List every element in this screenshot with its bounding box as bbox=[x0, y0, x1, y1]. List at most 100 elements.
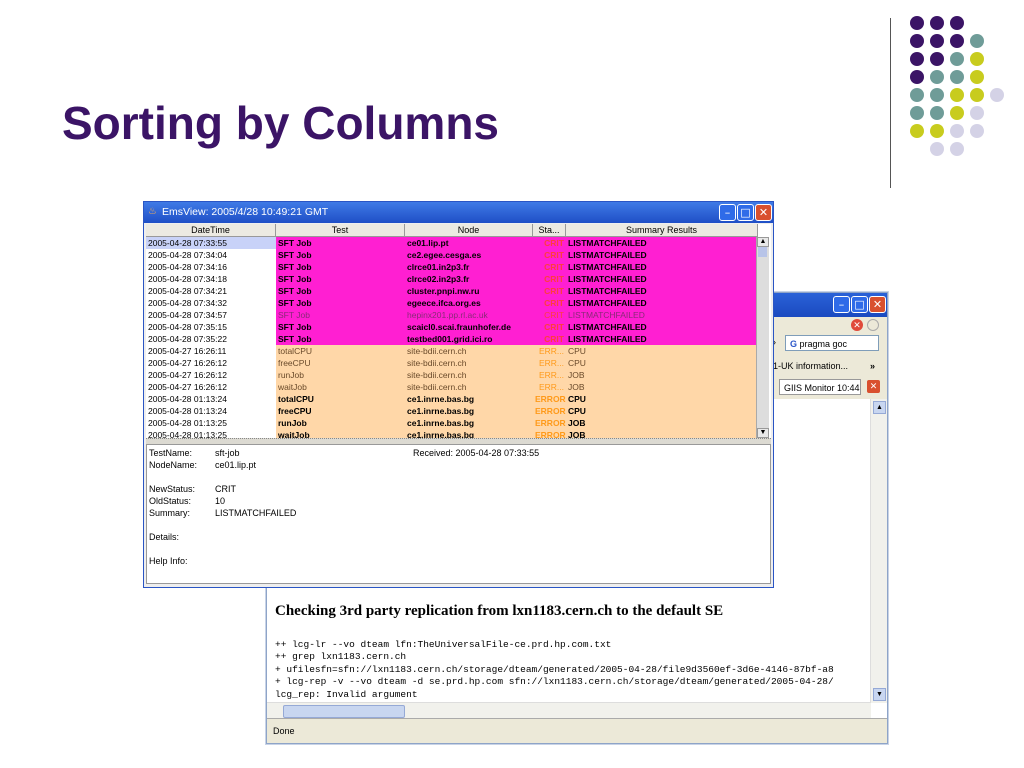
table-row[interactable]: 2005-04-28 07:34:21 SFT Job cluster.pnpi.n… bbox=[146, 285, 758, 297]
cell-summary: JOB bbox=[566, 381, 758, 393]
cell-datetime: 2005-04-28 07:34:18 bbox=[146, 273, 276, 285]
cell-test: freeCPU bbox=[276, 357, 405, 369]
table-row[interactable]: 2005-04-27 16:26:12 runJob site-bdii.cern.… bbox=[146, 369, 758, 381]
cell-test: SFT Job bbox=[276, 273, 405, 285]
links-more-button[interactable]: » bbox=[870, 361, 875, 371]
table-row[interactable]: 2005-04-28 07:34:57 SFT Job hepinx201.pp.r… bbox=[146, 309, 758, 321]
maximize-icon[interactable]: □ bbox=[851, 296, 868, 313]
cell-node: ce1.inrne.bas.bg bbox=[405, 429, 533, 438]
links-bar[interactable]: 1-UK information... » bbox=[773, 361, 875, 371]
cell-node: site-bdii.cern.ch bbox=[405, 345, 533, 357]
link-item[interactable]: 1-UK information... bbox=[773, 361, 848, 371]
table-row[interactable]: 2005-04-28 07:34:18 SFT Job clrce02.in2p3.… bbox=[146, 273, 758, 285]
events-table[interactable]: DateTime Test Node Sta... Summary Results 20… bbox=[146, 224, 771, 438]
close-icon[interactable]: ✕ bbox=[869, 296, 886, 313]
decor-dot bbox=[910, 88, 924, 102]
cell-summary: LISTMATCHFAILED bbox=[566, 285, 758, 297]
cell-node: testbed001.grid.ici.ro bbox=[405, 333, 533, 345]
search-input[interactable]: G pragma goc bbox=[785, 335, 879, 351]
column-header-test[interactable]: Test bbox=[276, 224, 405, 236]
column-header-node[interactable]: Node bbox=[405, 224, 533, 236]
table-row[interactable]: 2005-04-28 07:35:22 SFT Job testbed001.gri… bbox=[146, 333, 758, 345]
emsview-window[interactable]: ♨ EmsView: 2005/4/28 10:49:21 GMT – □ ✕ … bbox=[143, 201, 774, 588]
decor-dot bbox=[950, 88, 964, 102]
decor-dot bbox=[930, 142, 944, 156]
cell-status: CRIT bbox=[533, 249, 566, 261]
cell-summary: LISTMATCHFAILED bbox=[566, 297, 758, 309]
table-row[interactable]: 2005-04-27 16:26:11 totalCPU site-bdii.cer… bbox=[146, 345, 758, 357]
cell-summary: CPU bbox=[566, 345, 758, 357]
column-header-status[interactable]: Sta... bbox=[533, 224, 566, 236]
cell-test: waitJob bbox=[276, 429, 405, 438]
stop-icon[interactable]: ✕ bbox=[851, 319, 863, 331]
scroll-down-icon[interactable]: ▼ bbox=[757, 428, 769, 438]
table-row[interactable]: 2005-04-28 01:13:24 totalCPU ce1.inrne.bas… bbox=[146, 393, 758, 405]
table-row[interactable]: 2005-04-28 07:34:16 SFT Job clrce01.in2p3.… bbox=[146, 261, 758, 273]
table-row[interactable]: 2005-04-28 07:34:04 SFT Job ce2.egee.cesga… bbox=[146, 249, 758, 261]
decor-dot bbox=[910, 16, 924, 30]
cell-status: ERROR bbox=[533, 393, 566, 405]
close-icon[interactable]: ✕ bbox=[755, 204, 772, 221]
cell-status: CRIT bbox=[533, 333, 566, 345]
cell-status: CRIT bbox=[533, 309, 566, 321]
cell-test: SFT Job bbox=[276, 297, 405, 309]
cell-node: egeece.ifca.org.es bbox=[405, 297, 533, 309]
cell-datetime: 2005-04-28 07:34:21 bbox=[146, 285, 276, 297]
cell-test: SFT Job bbox=[276, 261, 405, 273]
table-row[interactable]: 2005-04-28 07:33:55 SFT Job ce01.lip.pt CRI… bbox=[146, 237, 758, 249]
settings-icon[interactable] bbox=[867, 319, 879, 331]
minimize-icon[interactable]: – bbox=[719, 204, 736, 221]
table-row[interactable]: 2005-04-27 16:26:12 freeCPU site-bdii.cern… bbox=[146, 357, 758, 369]
table-row[interactable]: 2005-04-28 01:13:25 runJob ce1.inrne.bas.b… bbox=[146, 417, 758, 429]
decor-dot bbox=[930, 106, 944, 120]
scroll-up-icon[interactable]: ▲ bbox=[873, 401, 886, 414]
table-row[interactable]: 2005-04-28 07:35:15 SFT Job scaicl0.scai.f… bbox=[146, 321, 758, 333]
cell-test: SFT Job bbox=[276, 237, 405, 249]
cell-node: ce1.inrne.bas.bg bbox=[405, 393, 533, 405]
cell-status: ERROR bbox=[533, 417, 566, 429]
decor-dot bbox=[930, 52, 944, 66]
decor-dot bbox=[910, 106, 924, 120]
decor-dot bbox=[930, 124, 944, 138]
horizontal-scrollbar[interactable] bbox=[267, 702, 871, 719]
cell-summary: LISTMATCHFAILED bbox=[566, 261, 758, 273]
testname-value: sft-job bbox=[215, 448, 240, 458]
horizontal-scroll-thumb[interactable] bbox=[283, 705, 405, 718]
table-row[interactable]: 2005-04-27 16:26:12 waitJob site-bdii.cern… bbox=[146, 381, 758, 393]
maximize-icon[interactable]: □ bbox=[737, 204, 754, 221]
console-line: lcg_rep: Invalid argument bbox=[275, 688, 418, 700]
cell-node: clrce01.in2p3.fr bbox=[405, 261, 533, 273]
table-row[interactable]: 2005-04-28 07:34:32 SFT Job egeece.ifca.or… bbox=[146, 297, 758, 309]
scroll-down-icon[interactable]: ▼ bbox=[873, 688, 886, 701]
column-header-summary[interactable]: Summary Results bbox=[566, 224, 758, 236]
cell-test: runJob bbox=[276, 417, 405, 429]
status-bar: Done bbox=[267, 718, 887, 743]
cell-test: SFT Job bbox=[276, 321, 405, 333]
column-header-datetime[interactable]: DateTime bbox=[146, 224, 276, 236]
emsview-titlebar[interactable]: ♨ EmsView: 2005/4/28 10:49:21 GMT – □ ✕ bbox=[144, 202, 773, 223]
decor-dot bbox=[970, 88, 984, 102]
minimize-icon[interactable]: – bbox=[833, 296, 850, 313]
close-tab-icon[interactable]: ✕ bbox=[867, 380, 880, 393]
cell-datetime: 2005-04-28 07:34:04 bbox=[146, 249, 276, 261]
cell-node: ce1.inrne.bas.bg bbox=[405, 417, 533, 429]
vertical-scrollbar[interactable]: ▲ ▼ bbox=[870, 399, 887, 703]
table-row[interactable]: 2005-04-28 01:13:24 freeCPU ce1.inrne.bas.… bbox=[146, 405, 758, 417]
newstatus-label: NewStatus: bbox=[149, 484, 196, 494]
cell-summary: JOB bbox=[566, 417, 758, 429]
scroll-up-icon[interactable]: ▲ bbox=[757, 237, 769, 247]
cell-summary: LISTMATCHFAILED bbox=[566, 237, 758, 249]
cell-node: site-bdii.cern.ch bbox=[405, 381, 533, 393]
cell-node: scaicl0.scai.fraunhofer.de bbox=[405, 321, 533, 333]
table-row[interactable]: 2005-04-28 01:13:25 waitJob ce1.inrne.bas.… bbox=[146, 429, 758, 438]
table-scroll-thumb[interactable] bbox=[758, 247, 767, 257]
cell-status: CRIT bbox=[533, 261, 566, 273]
console-line: + lcg-rep -v --vo dteam -d se.prd.hp.com… bbox=[275, 676, 834, 688]
tab-giis-monitor[interactable]: GIIS Monitor 10:44... bbox=[779, 379, 861, 395]
cell-datetime: 2005-04-27 16:26:12 bbox=[146, 369, 276, 381]
cell-datetime: 2005-04-28 07:35:22 bbox=[146, 333, 276, 345]
decor-dot bbox=[910, 52, 924, 66]
console-line: ++ lcg-lr --vo dteam lfn:TheUniversalFil… bbox=[275, 639, 612, 650]
table-scrollbar[interactable]: ▲ ▼ bbox=[756, 237, 769, 438]
cell-node: ce2.egee.cesga.es bbox=[405, 249, 533, 261]
